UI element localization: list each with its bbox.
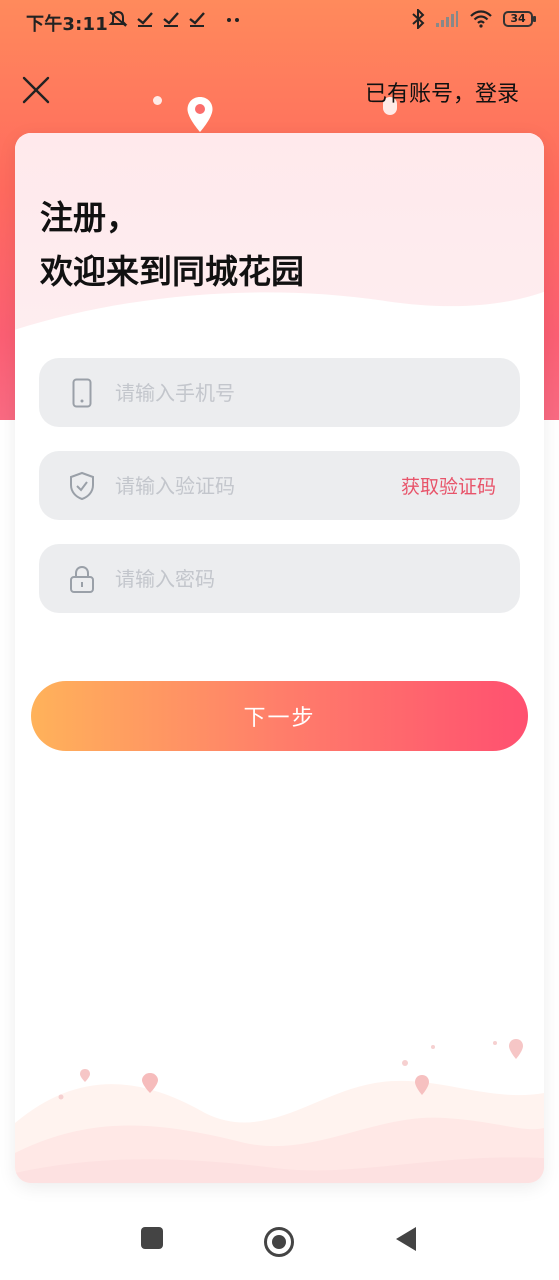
login-link[interactable]: 已有账号，登录: [365, 76, 519, 108]
signal-icon: [436, 11, 458, 27]
hills-decoration: [15, 1039, 544, 1183]
shield-check-icon: [69, 470, 95, 502]
title-line-2: 欢迎来到同城花园: [40, 252, 304, 291]
home-icon[interactable]: [263, 1226, 295, 1258]
phone-input[interactable]: [115, 372, 520, 413]
decor-dot: [153, 96, 162, 105]
verification-code-input[interactable]: [115, 465, 401, 506]
back-icon[interactable]: [394, 1226, 418, 1252]
navigation-bar: [0, 1196, 559, 1280]
close-icon: [22, 76, 50, 104]
get-code-button[interactable]: 获取验证码: [401, 472, 496, 499]
register-card: 注册， 欢迎来到同城花园 获取验证码: [15, 133, 544, 1183]
lock-icon: [69, 563, 95, 595]
wifi-icon: [470, 10, 492, 28]
page-title: 注册， 欢迎来到同城花园: [40, 191, 304, 299]
battery-icon: 34: [503, 11, 536, 27]
verification-code-field[interactable]: 获取验证码: [39, 451, 520, 520]
password-field[interactable]: [39, 544, 520, 613]
phone-field[interactable]: [39, 358, 520, 427]
status-bar: 下午3:11 34: [0, 0, 559, 42]
phone-icon: [69, 377, 95, 409]
check-icon: [163, 12, 179, 27]
check-icon: [137, 12, 153, 27]
status-icons-right: 34: [411, 9, 536, 29]
title-line-1: 注册，: [40, 198, 139, 237]
close-button[interactable]: [20, 74, 52, 106]
mute-icon: [108, 10, 128, 27]
check-icon: [189, 12, 205, 27]
recent-apps-icon[interactable]: [140, 1226, 164, 1250]
status-icons-left: [108, 10, 242, 28]
password-input[interactable]: [115, 558, 520, 599]
bluetooth-icon: [412, 9, 425, 29]
more-dots-icon: [227, 18, 239, 22]
battery-level: 34: [510, 12, 526, 25]
location-pin-icon: [187, 97, 213, 132]
status-time: 下午3:11: [26, 14, 108, 35]
next-step-button[interactable]: 下一步: [31, 681, 528, 751]
